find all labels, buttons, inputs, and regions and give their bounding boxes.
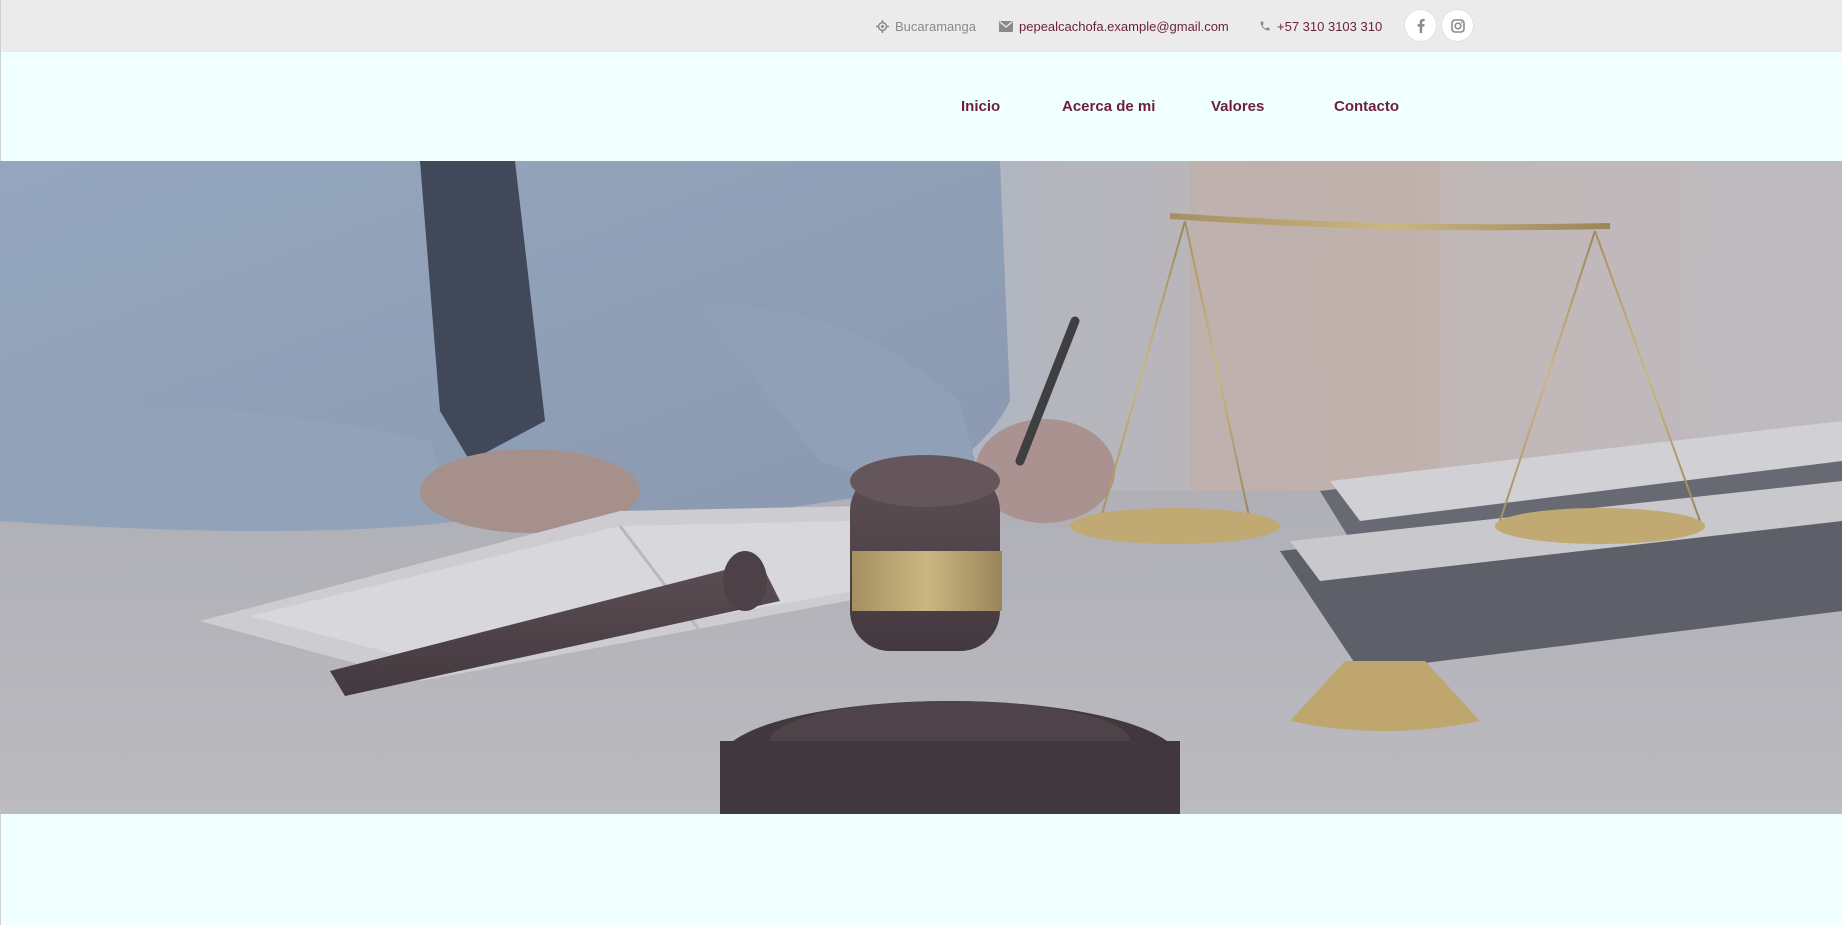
page: Bucaramanga pepealcachofa.example@gmail.… bbox=[0, 0, 1842, 925]
hero-image bbox=[0, 161, 1842, 814]
email-text: pepealcachofa.example@gmail.com bbox=[1019, 18, 1229, 34]
email-link[interactable]: pepealcachofa.example@gmail.com bbox=[999, 0, 1229, 52]
top-info-bar: Bucaramanga pepealcachofa.example@gmail.… bbox=[0, 0, 1842, 52]
facebook-button[interactable] bbox=[1405, 10, 1436, 41]
facebook-icon bbox=[1417, 18, 1425, 33]
phone-link[interactable]: +57 310 3103 310 bbox=[1259, 0, 1382, 52]
location-info: Bucaramanga bbox=[876, 0, 976, 52]
main-navigation: Inicio Acerca de mi Valores Contacto bbox=[0, 52, 1842, 161]
instagram-icon bbox=[1450, 18, 1465, 33]
nav-item-acerca-de-mi[interactable]: Acerca de mi bbox=[1062, 52, 1155, 161]
phone-icon bbox=[1260, 21, 1270, 31]
nav-item-valores[interactable]: Valores bbox=[1211, 52, 1264, 161]
nav-item-contacto[interactable]: Contacto bbox=[1334, 52, 1399, 161]
envelope-icon bbox=[999, 20, 1013, 32]
location-text: Bucaramanga bbox=[895, 18, 976, 34]
location-crosshair-icon bbox=[876, 19, 889, 33]
lawyer-desk-gavel-scales-image bbox=[0, 161, 1842, 814]
nav-item-inicio[interactable]: Inicio bbox=[961, 52, 1000, 161]
content-section bbox=[0, 814, 1842, 925]
phone-text: +57 310 3103 310 bbox=[1277, 18, 1383, 34]
instagram-button[interactable] bbox=[1442, 10, 1473, 41]
